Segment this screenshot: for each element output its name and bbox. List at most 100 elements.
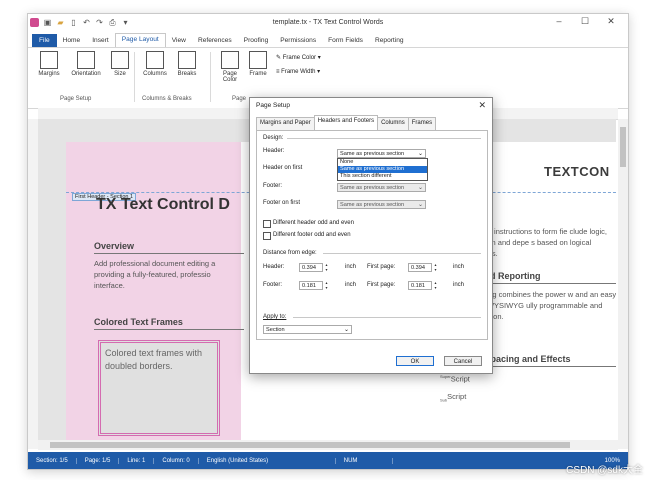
dialog-tab-columns[interactable]: Columns [377,117,409,130]
footer-distance-input[interactable]: 0.181 [299,281,323,290]
size-icon [111,51,129,69]
header-distance-spinner[interactable]: ▴ ▾ [324,262,329,272]
footer-select[interactable]: Same as previous section ⌄ [337,183,426,192]
breaks-label: Breaks [177,71,197,77]
dialog-close-icon[interactable]: ✕ [478,100,486,111]
subscript-sample: SubScript [440,392,466,403]
page-setup-dialog: Page Setup ✕ Margins and Paper Headers a… [249,97,493,374]
margins-button[interactable]: Margins [34,51,64,77]
design-label: Design: [263,135,284,141]
apply-to-select[interactable]: Section ⌄ [263,325,352,334]
tab-references[interactable]: References [192,34,238,47]
section-rule [293,317,481,318]
margins-icon [40,51,58,69]
brand-logo: TEXTCON [544,164,610,179]
odd-even-header-checkbox[interactable] [263,220,271,228]
header-dropdown-list[interactable]: None Same as previous section This secti… [337,158,428,181]
orientation-icon [77,51,95,69]
ribbon-separator [134,52,135,102]
header-first-page-unit: inch [453,264,465,270]
tab-proofing[interactable]: Proofing [238,34,275,47]
footer-first-page-spinner[interactable]: ▴ ▾ [433,280,438,290]
dialog-tab-headers-footers[interactable]: Headers and Footers [313,115,379,128]
orientation-label: Orientation [71,71,101,77]
footer-first-page-input[interactable]: 0.181 [408,281,432,290]
frame-width-label: Frame Width [281,69,316,75]
size-button[interactable]: Size [108,51,132,77]
overview-text: Add professional document editing a prov… [94,259,216,290]
dropdown-option[interactable]: None [338,159,427,166]
breaks-button[interactable]: Breaks [174,51,200,77]
header-first-page-spinner[interactable]: ▴ ▾ [433,262,438,272]
margins-label: Margins [38,71,60,77]
status-page: Page: 1/5 [77,457,120,464]
overview-heading: Overview [94,241,135,251]
tab-page-layout[interactable]: Page Layout [114,33,166,48]
frame-width-button[interactable]: ≡ Frame Width ▾ [276,68,320,75]
odd-even-header-label: Different header odd and even [273,220,354,226]
columns-button[interactable]: Columns [138,51,172,77]
tab-reporting[interactable]: Reporting [369,34,410,47]
columns-icon [146,51,164,69]
tab-file[interactable]: File [32,34,57,47]
apply-to-label: Apply to: [263,314,287,320]
scroll-thumb[interactable] [50,442,570,448]
header-distance-label: Header: [263,264,285,270]
orientation-button[interactable]: Orientation [66,51,106,77]
status-language[interactable]: English (United States) [199,457,336,464]
tab-view[interactable]: View [166,34,192,47]
dropdown-option-selected[interactable]: Same as previous section [338,166,427,173]
maximize-button[interactable]: ☐ [572,16,598,27]
dropdown-option[interactable]: This section different [338,173,427,180]
minimize-button[interactable]: – [546,16,572,27]
footer-first-select[interactable]: Same as previous section ⌄ [337,200,426,209]
frame-color-button[interactable]: ✎ Frame Color ▾ [276,54,321,61]
dialog-tab-margins[interactable]: Margins and Paper [256,117,315,130]
dialog-panel: Design: Header: Same as previous section… [256,130,488,340]
ok-button[interactable]: OK [396,356,434,366]
frame-color-label: Frame Color [282,55,317,61]
footer-select-value: Same as previous section [340,185,405,191]
window-controls: – ☐ ✕ [546,16,624,27]
tab-insert[interactable]: Insert [86,34,115,47]
footer-distance-spinner[interactable]: ▴ ▾ [324,280,329,290]
page-color-button[interactable]: Page Color [216,51,244,83]
scroll-thumb[interactable] [620,127,626,167]
document-title: TX Text Control D [96,196,230,213]
odd-even-footer-label: Different footer odd and even [273,232,351,238]
footer-label: Footer: [263,183,283,189]
header-first-page-input[interactable]: 0.394 [408,263,432,272]
frame-button[interactable]: Frame [246,51,270,77]
apply-to-value: Section [266,327,285,333]
cancel-button[interactable]: Cancel [444,356,482,366]
dialog-tab-frames[interactable]: Frames [407,117,437,130]
footer-first-select-value: Same as previous section [340,202,405,208]
group-columns-breaks-label: Columns & Breaks [142,96,192,102]
status-line: Line: 1 [119,457,155,464]
footer-first-page-label: First page: [367,282,396,288]
status-bar: Section: 1/5 Page: 1/5 Line: 1 Column: 0… [28,452,628,469]
subscript-word: Script [447,392,467,401]
tab-home[interactable]: Home [57,34,87,47]
superscript-sample: SuperScript [440,374,470,384]
odd-even-footer-checkbox[interactable] [263,232,271,240]
tab-permissions[interactable]: Permissions [274,34,322,47]
ribbon-tabs: File Home Insert Page Layout View Refere… [28,33,628,48]
status-column: Column: 0 [154,457,199,464]
horizontal-scrollbar[interactable] [38,440,618,450]
ribbon-separator [210,52,211,102]
close-button[interactable]: ✕ [598,16,624,27]
header-select-value: Same as previous section [340,151,405,157]
watermark: CSDN @sdk大全 [566,465,643,476]
header-select[interactable]: Same as previous section ⌄ [337,149,426,158]
distance-label: Distance from edge: [263,250,317,256]
columns-label: Columns [143,71,167,77]
vertical-scrollbar[interactable] [618,119,628,449]
header-distance-input[interactable]: 0.394 [299,263,323,272]
page-color-label: Page Color [222,71,238,83]
frame-text: Colored text frames with doubled borders… [105,348,203,371]
dialog-tabs: Margins and Paper Headers and Footers Co… [256,115,437,130]
superscript-word: Script [450,374,470,384]
tab-form-fields[interactable]: Form Fields [322,34,369,47]
colored-text-frame[interactable]: Colored text frames with doubled borders… [98,340,220,436]
